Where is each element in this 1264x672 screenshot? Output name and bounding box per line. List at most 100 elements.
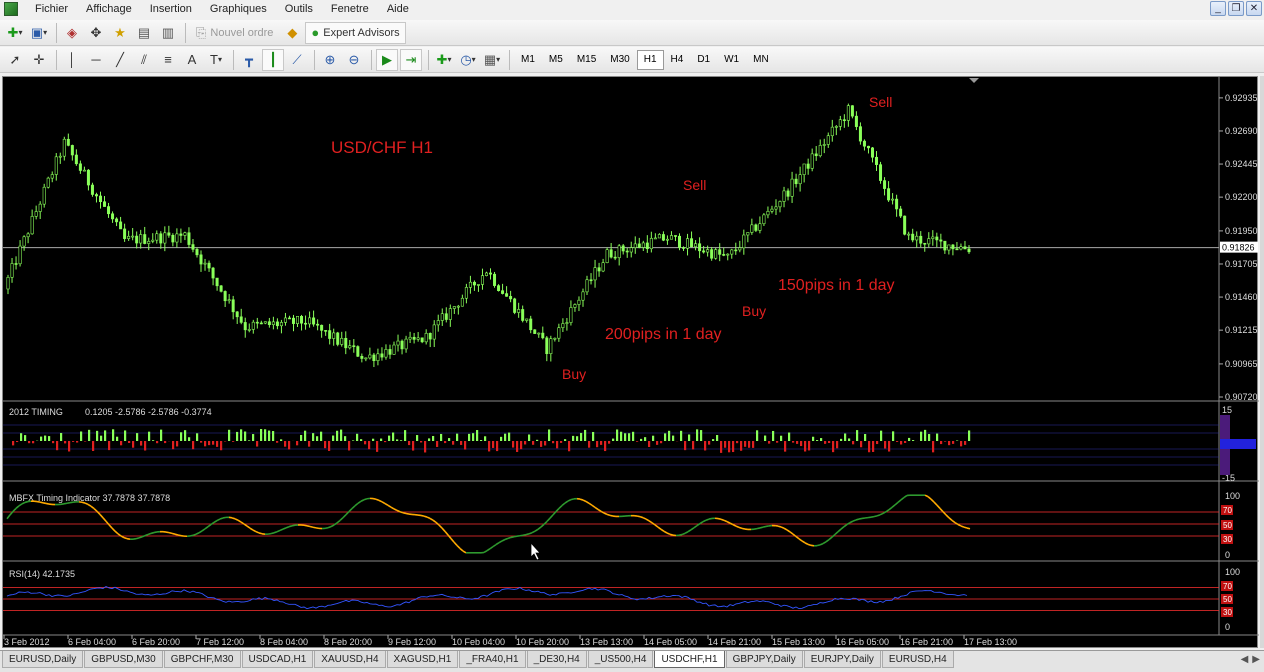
- mbfx-segment: [87, 503, 92, 507]
- timeframe-w1[interactable]: W1: [717, 50, 746, 70]
- menu-aide[interactable]: Aide: [378, 3, 418, 15]
- new-order-button[interactable]: ⎘ Nouvel ordre: [190, 22, 279, 44]
- timeframe-m30[interactable]: M30: [603, 50, 636, 70]
- symbol-tab--fra40-h1[interactable]: _FRA40,H1: [459, 651, 526, 668]
- mbfx-segment: [855, 518, 860, 521]
- time-tick-label: 14 Feb 21:00: [708, 637, 761, 647]
- trendline-icon[interactable]: ╱: [109, 49, 131, 71]
- crosshair-icon[interactable]: ✛: [28, 49, 50, 71]
- mbfx-oscillator: [3, 494, 1219, 554]
- scroll-right-icon[interactable]: ▶: [1252, 654, 1260, 665]
- timing-bar: [892, 431, 895, 441]
- symbol-tab-xagusd-h1[interactable]: XAGUSD,H1: [386, 651, 459, 668]
- timing-bar: [824, 441, 827, 444]
- menu-graphiques[interactable]: Graphiques: [201, 3, 276, 15]
- symbol-tab-gbpchf-m30[interactable]: GBPCHF,M30: [163, 651, 241, 668]
- symbol-tab-usdcad-h1[interactable]: USDCAD,H1: [241, 651, 314, 668]
- chart-shift-icon[interactable]: ⇥: [400, 48, 422, 71]
- timing-bar: [372, 438, 375, 441]
- strategy-tester-icon[interactable]: ▥: [157, 22, 179, 44]
- timing-bar: [432, 435, 435, 441]
- mbfx-segment: [762, 525, 767, 528]
- timing-bar: [764, 435, 767, 441]
- mbfx-segment: [135, 537, 140, 540]
- fibonacci-icon[interactable]: ≡: [157, 49, 179, 71]
- candlestick-icon[interactable]: ┃: [262, 48, 284, 71]
- horizontal-line-icon[interactable]: ─: [85, 49, 107, 71]
- timing-bar: [720, 441, 723, 453]
- symbol-tab--us500-h4[interactable]: _US500,H4: [587, 651, 654, 668]
- restore-button[interactable]: ❐: [1228, 1, 1244, 16]
- expert-advisors-button[interactable]: ● Expert Advisors: [305, 21, 406, 44]
- symbol-tab-eurusd-daily[interactable]: EURUSD,Daily: [2, 651, 84, 668]
- timeframe-m15[interactable]: M15: [570, 50, 603, 70]
- symbol-tab-gbpusd-m30[interactable]: GBPUSD,M30: [84, 651, 163, 668]
- zoom-out-icon[interactable]: ⊖: [343, 49, 365, 71]
- metaeditor-icon[interactable]: ◆: [281, 22, 303, 44]
- timing-bar: [240, 429, 243, 441]
- candle-body: [665, 238, 669, 241]
- timing-bar: [600, 441, 603, 445]
- mbfx-segment: [687, 529, 692, 533]
- chart-window[interactable]: 0.92935 0.92690 0.92445 0.92200 0.91950 0.917…: [2, 76, 1259, 649]
- cursor-icon[interactable]: ➚: [4, 49, 26, 71]
- candle-body: [171, 234, 175, 243]
- timeframe-d1[interactable]: D1: [690, 50, 717, 70]
- label-icon[interactable]: T ▾: [205, 49, 227, 71]
- chart-canvas[interactable]: 0.92935 0.92690 0.92445 0.92200 0.91950 0.917…: [3, 77, 1259, 649]
- market-watch-icon[interactable]: ◈: [61, 22, 83, 44]
- menu-outils[interactable]: Outils: [276, 3, 322, 15]
- menu-insertion[interactable]: Insertion: [141, 3, 201, 15]
- timeframe-h4[interactable]: H4: [664, 50, 691, 70]
- new-chart-button[interactable]: ✚ ▾: [4, 22, 26, 44]
- mbfx-segment: [276, 529, 281, 533]
- scroll-left-icon[interactable]: ◀: [1241, 654, 1249, 665]
- indicators-icon[interactable]: ✚ ▾: [433, 49, 455, 71]
- timeframe-h1[interactable]: H1: [636, 49, 664, 70]
- menu-fichier[interactable]: Fichier: [26, 3, 77, 15]
- mbfx-segment: [798, 538, 803, 542]
- timing-bar: [540, 441, 543, 447]
- toolbar-separator: [371, 49, 372, 70]
- templates-icon[interactable]: ▦ ▾: [481, 49, 503, 71]
- menu-fenetre[interactable]: Fenetre: [322, 3, 378, 15]
- chart-shift-marker[interactable]: [969, 78, 979, 83]
- timing-bar: [212, 441, 215, 445]
- symbol-tab-xauusd-h4[interactable]: XAUUSD,H4: [314, 651, 386, 668]
- channel-icon[interactable]: ⫽: [133, 49, 155, 71]
- line-chart-icon[interactable]: ⟋: [286, 49, 308, 71]
- minimize-button[interactable]: _: [1210, 1, 1226, 16]
- zoom-in-icon[interactable]: ⊕: [319, 49, 341, 71]
- close-button[interactable]: ✕: [1246, 1, 1262, 16]
- symbol-tab-eurusd-h4[interactable]: EURUSD,H4: [881, 651, 954, 668]
- timeframe-m1[interactable]: M1: [514, 50, 542, 70]
- timing-bar: [932, 441, 935, 453]
- profiles-button[interactable]: ▣ ▾: [28, 22, 50, 44]
- mbfx-segment: [723, 519, 728, 523]
- symbol-tab-gbpjpy-daily[interactable]: GBPJPY,Daily: [725, 651, 803, 668]
- symbol-tab-eurjpy-daily[interactable]: EURJPY,Daily: [803, 651, 881, 668]
- bar-chart-icon[interactable]: ┳: [238, 49, 260, 71]
- auto-scroll-icon[interactable]: ▶: [376, 48, 398, 71]
- mbfx-segment: [360, 499, 365, 502]
- timeframe-m5[interactable]: M5: [542, 50, 570, 70]
- favorites-icon[interactable]: ★: [109, 22, 131, 44]
- vertical-line-icon[interactable]: │: [61, 49, 83, 71]
- text-icon[interactable]: A: [181, 49, 203, 71]
- terminal-icon[interactable]: ▤: [133, 22, 155, 44]
- timeframe-mn[interactable]: MN: [746, 50, 776, 70]
- periods-icon[interactable]: ◷ ▾: [457, 49, 479, 71]
- timing-bar: [84, 441, 87, 442]
- symbol-tab--de30-h4[interactable]: _DE30,H4: [526, 651, 587, 668]
- navigator-icon[interactable]: ✥: [85, 22, 107, 44]
- rsi-level-badges: 70 50 30: [1221, 581, 1233, 617]
- candle-body: [179, 233, 183, 236]
- chart-scrollbar[interactable]: [1260, 76, 1264, 648]
- symbol-tab-usdchf-h1[interactable]: USDCHF,H1: [654, 651, 725, 668]
- timing-bar: [808, 441, 811, 451]
- timing-bar: [360, 439, 363, 441]
- candle-body: [682, 247, 686, 249]
- menu-affichage[interactable]: Affichage: [77, 3, 141, 15]
- mbfx-segment: [354, 502, 359, 507]
- candle-body: [629, 247, 633, 253]
